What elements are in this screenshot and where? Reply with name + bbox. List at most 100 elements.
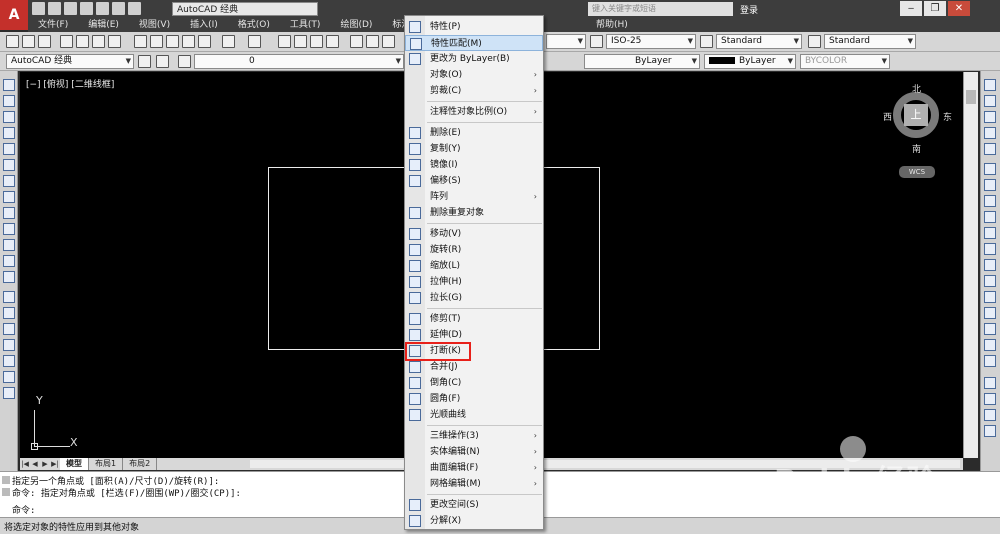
menu-insert[interactable]: 插入(I) xyxy=(180,18,228,32)
new-icon[interactable] xyxy=(32,2,45,15)
workspace-select[interactable]: AutoCAD 经典 xyxy=(172,2,318,16)
workspace-combo[interactable]: AutoCAD 经典 ▼ xyxy=(6,54,134,69)
login-button[interactable]: 登录 xyxy=(740,3,758,16)
context-menu-item[interactable]: 特性(P) xyxy=(405,19,543,35)
design-center-icon[interactable] xyxy=(366,35,379,48)
tab-layout2[interactable]: 布局2 xyxy=(123,458,158,470)
open-icon[interactable] xyxy=(22,35,35,48)
menu-help[interactable]: 帮助(H) xyxy=(586,18,638,32)
cut-icon[interactable] xyxy=(134,35,147,48)
vertical-scrollbar[interactable] xyxy=(963,72,978,458)
mirror-icon[interactable] xyxy=(984,111,996,123)
menu-view[interactable]: 视图(V) xyxy=(129,18,180,32)
compass-east-label[interactable]: 东 xyxy=(943,110,952,123)
context-menu-item[interactable]: 旋转(R) xyxy=(405,242,543,258)
context-menu-item[interactable]: 剪裁(C) › xyxy=(405,83,543,99)
tab-next-icon[interactable]: ▶ xyxy=(40,459,50,469)
layer-manager-icon[interactable] xyxy=(156,55,169,68)
tablestyle-select[interactable]: Standard ▼ xyxy=(716,34,802,49)
break-icon[interactable] xyxy=(984,275,996,287)
context-menu-item[interactable]: 偏移(S) xyxy=(405,173,543,189)
autocad-logo-icon[interactable]: A xyxy=(0,0,28,30)
restore-button[interactable]: ❐ xyxy=(924,1,946,16)
region-icon[interactable] xyxy=(3,339,15,351)
table-icon[interactable] xyxy=(3,355,15,367)
zoom-realtime-icon[interactable] xyxy=(294,35,307,48)
compass-south-label[interactable]: 南 xyxy=(912,142,921,155)
workspace-settings-icon[interactable] xyxy=(138,55,151,68)
stretch-icon[interactable] xyxy=(984,211,996,223)
context-menu-item[interactable]: 注释性对象比例(O) › xyxy=(405,104,543,120)
chamfer-icon[interactable] xyxy=(984,307,996,319)
tab-prev-icon[interactable]: ◀ xyxy=(30,459,40,469)
context-menu-item[interactable]: 删除(E) xyxy=(405,125,543,141)
circle-icon[interactable] xyxy=(3,175,15,187)
command-close-icon[interactable] xyxy=(2,476,10,484)
mleaderstyle-icon[interactable] xyxy=(808,35,821,48)
lineweight-select[interactable]: ByLayer ▼ xyxy=(704,54,796,69)
draworder-back-icon[interactable] xyxy=(984,409,996,421)
viewcube-top-face[interactable]: 上 xyxy=(904,104,928,126)
context-menu-item[interactable]: 移动(V) xyxy=(405,226,543,242)
context-menu-item[interactable]: 分解(X) xyxy=(405,513,543,529)
linetype-select[interactable]: ByLayer ▼ xyxy=(584,54,700,69)
tab-last-icon[interactable]: ▶| xyxy=(50,459,60,469)
polygon-icon[interactable] xyxy=(3,127,15,139)
compass-north-label[interactable]: 北 xyxy=(912,82,921,95)
context-menu-item[interactable]: 修剪(T) xyxy=(405,311,543,327)
menu-tools[interactable]: 工具(T) xyxy=(280,18,331,32)
redo-icon[interactable] xyxy=(128,2,141,15)
context-menu-item[interactable]: 对象(O) › xyxy=(405,67,543,83)
draworder-front-icon[interactable] xyxy=(984,393,996,405)
block-editor-icon[interactable] xyxy=(198,35,211,48)
command-settings-icon[interactable] xyxy=(2,488,10,496)
plot-icon[interactable] xyxy=(96,2,109,15)
scale-icon[interactable] xyxy=(984,195,996,207)
tab-first-icon[interactable]: |◀ xyxy=(20,459,30,469)
context-menu-item[interactable]: 更改为 ByLayer(B) xyxy=(405,51,543,67)
add-selected-icon[interactable] xyxy=(3,387,15,399)
make-block-icon[interactable] xyxy=(3,271,15,283)
spline-icon[interactable] xyxy=(3,207,15,219)
undo-icon[interactable] xyxy=(112,2,125,15)
save-icon[interactable] xyxy=(64,2,77,15)
extend-icon[interactable] xyxy=(984,243,996,255)
new-icon[interactable] xyxy=(6,35,19,48)
viewport-controls[interactable]: [−] [俯视] [二维线框] xyxy=(26,77,114,90)
arc-icon[interactable] xyxy=(3,159,15,171)
copy-icon[interactable] xyxy=(150,35,163,48)
context-menu-item[interactable]: 复制(Y) xyxy=(405,141,543,157)
zoom-window-icon[interactable] xyxy=(310,35,323,48)
blend-icon[interactable] xyxy=(984,339,996,351)
construction-line-icon[interactable] xyxy=(3,95,15,107)
rotate-icon[interactable] xyxy=(984,179,996,191)
redo-icon[interactable] xyxy=(248,35,261,48)
rectangle-icon[interactable] xyxy=(3,143,15,155)
tool-palettes-icon[interactable] xyxy=(382,35,395,48)
layer-select[interactable]: 0 ▼ xyxy=(194,54,404,69)
zoom-previous-icon[interactable] xyxy=(326,35,339,48)
scrollbar-thumb[interactable] xyxy=(966,90,976,104)
context-menu-item[interactable]: 拉伸(H) xyxy=(405,274,543,290)
context-menu-item[interactable]: 镜像(I) xyxy=(405,157,543,173)
plot-preview-icon[interactable] xyxy=(76,35,89,48)
ellipse-arc-icon[interactable] xyxy=(3,239,15,251)
mleaderstyle-select[interactable]: Standard ▼ xyxy=(824,34,916,49)
context-menu-item[interactable]: 网格编辑(M) › xyxy=(405,476,543,492)
undo-icon[interactable] xyxy=(222,35,235,48)
context-menu-item[interactable]: 拉长(G) xyxy=(405,290,543,306)
point-icon[interactable] xyxy=(3,291,15,303)
context-menu-item[interactable]: 合并(J) xyxy=(405,359,543,375)
explode-icon[interactable] xyxy=(984,355,996,367)
array-icon[interactable] xyxy=(984,143,996,155)
line-icon[interactable] xyxy=(3,79,15,91)
context-menu-item[interactable]: 倒角(C) xyxy=(405,375,543,391)
context-menu-item[interactable]: 实体编辑(N) › xyxy=(405,444,543,460)
context-menu-item[interactable]: 光顺曲线 xyxy=(405,407,543,423)
insert-block-icon[interactable] xyxy=(3,255,15,267)
trim-icon[interactable] xyxy=(984,227,996,239)
gradient-icon[interactable] xyxy=(3,323,15,335)
revcloud-icon[interactable] xyxy=(3,191,15,203)
dimstyle-select[interactable]: ISO-25 ▼ xyxy=(606,34,696,49)
context-menu-item[interactable]: 延伸(D) xyxy=(405,327,543,343)
